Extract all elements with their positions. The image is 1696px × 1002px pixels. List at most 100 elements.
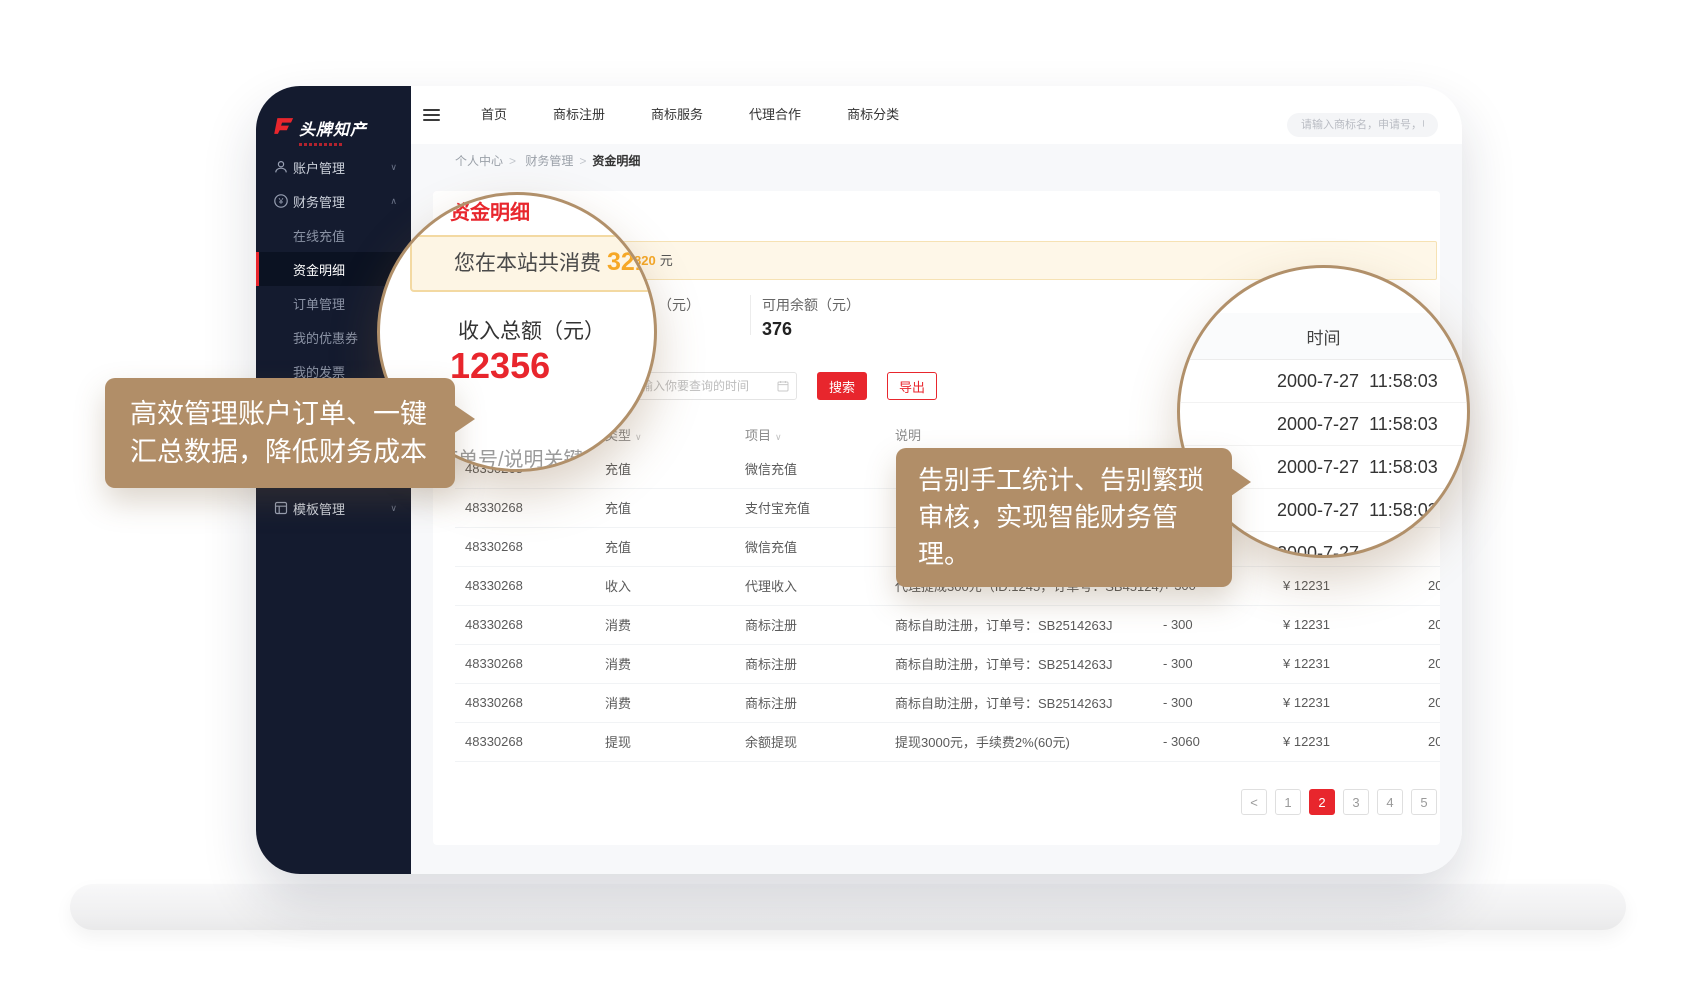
- cell-type: 消费: [595, 683, 735, 722]
- prev-page-button[interactable]: <: [1241, 789, 1267, 815]
- nav-tab[interactable]: 首页: [458, 86, 530, 144]
- cell-time: 2000-7-27 11:58:03: [1365, 566, 1440, 605]
- sidebar-item-label: 模板管理: [293, 499, 345, 518]
- cell-time: 2000-7-27 11:58:03: [1365, 683, 1440, 722]
- sidebar-item-template[interactable]: 模板管理 ∨: [256, 491, 411, 525]
- cell-description: 提现3000元，手续费2%(60元): [875, 722, 1155, 761]
- cell-project: 微信充值: [735, 527, 875, 566]
- callout-right: 告别手工统计、告别繁琐审核，实现智能财务管理。: [896, 448, 1232, 587]
- nav-tab[interactable]: 商标注册: [530, 86, 628, 144]
- sidebar-subitem-label: 我的优惠券: [293, 328, 358, 347]
- cell-amount: - 300: [1155, 683, 1245, 722]
- lens-banner: 您在本站共消费32124元: [410, 235, 657, 292]
- table-row: 48330268 提现 余额提现 提现3000元，手续费2%(60元) - 30…: [455, 722, 1440, 761]
- breadcrumb-separator: >: [509, 154, 516, 168]
- cell-balance: ¥ 12231: [1245, 683, 1365, 722]
- finance-icon: ¥: [273, 193, 289, 209]
- nav-tab[interactable]: 代理合作: [726, 86, 824, 144]
- nav-tabs: 首页 商标注册 商标服务 代理合作: [458, 86, 922, 144]
- nav-tab[interactable]: 商标分类: [824, 86, 922, 144]
- sidebar-subitem[interactable]: 在线充值: [256, 218, 411, 252]
- cell-order: 48330268: [455, 566, 595, 605]
- nav-tab-label: 首页: [481, 107, 507, 122]
- page-background: 头牌知产 账户管理 ∨ ¥ 财务管理: [0, 0, 1696, 1002]
- cell-project: 微信充值: [735, 449, 875, 488]
- cell-description: 商标自助注册，订单号：SB2514263J: [875, 683, 1155, 722]
- logo[interactable]: 头牌知产: [256, 86, 411, 146]
- cell-type: 充值: [595, 527, 735, 566]
- page-number-button[interactable]: 3: [1343, 789, 1369, 815]
- breadcrumb: 个人中心> 财务管理> 资金明细: [411, 144, 1462, 177]
- laptop-base: [70, 884, 1626, 930]
- date-query-input[interactable]: [628, 372, 797, 400]
- page-number-button[interactable]: 5: [1411, 789, 1437, 815]
- nav-tab[interactable]: 商标服务: [628, 86, 726, 144]
- cell-project: 余额提现: [735, 722, 875, 761]
- lens-time-row: 2000-7-27 11:58:03: [1180, 360, 1467, 403]
- sidebar-item-label: 财务管理: [293, 192, 345, 211]
- cell-description: 商标自助注册，订单号：SB2514263J: [875, 644, 1155, 683]
- chevron-down-icon: ∨: [390, 162, 397, 173]
- balance-value: 376: [762, 319, 792, 340]
- cell-order: 48330268: [455, 683, 595, 722]
- chevron-up-icon: ∧: [390, 196, 397, 207]
- callout-left: 高效管理账户订单、一键汇总数据，降低财务成本: [105, 378, 455, 488]
- sidebar-item-finance[interactable]: ¥ 财务管理 ∧: [256, 184, 411, 218]
- user-icon: [273, 159, 289, 175]
- cell-project: 商标注册: [735, 605, 875, 644]
- cell-type: 消费: [595, 644, 735, 683]
- table-row: 48330268 消费 商标注册 商标自助注册，订单号：SB2514263J -…: [455, 683, 1440, 722]
- sidebar-item-label: 账户管理: [293, 158, 345, 177]
- cell-order: 48330268: [455, 488, 595, 527]
- cell-amount: - 300: [1155, 644, 1245, 683]
- cell-type: 收入: [595, 566, 735, 605]
- cell-type: 充值: [595, 449, 735, 488]
- table-row: 48330268 消费 商标注册 商标自助注册，订单号：SB2514263J -…: [455, 644, 1440, 683]
- page-number-button[interactable]: 1: [1275, 789, 1301, 815]
- sidebar-item-account[interactable]: 账户管理 ∨: [256, 150, 411, 184]
- balance-label: 可用余额（元）: [762, 295, 860, 315]
- brand-flag-icon: [273, 117, 294, 135]
- cell-type: 充值: [595, 488, 735, 527]
- stats-divider: [750, 295, 751, 335]
- lens-tab-label: 资金明细: [450, 196, 530, 225]
- breadcrumb-link[interactable]: 财务管理: [525, 154, 573, 168]
- lens-income-label: 收入总额（元）: [458, 315, 605, 345]
- breadcrumb-link[interactable]: 个人中心: [455, 154, 503, 168]
- cell-order: 48330268: [455, 644, 595, 683]
- nav-tab-label: 代理合作: [749, 107, 801, 122]
- col-project[interactable]: 项目∨: [735, 419, 875, 449]
- cell-amount: - 3060: [1155, 722, 1245, 761]
- cell-project: 商标注册: [735, 683, 875, 722]
- nav-tab-label: 商标服务: [651, 107, 703, 122]
- pagination: < 1 2: [1241, 789, 1437, 815]
- cell-balance: ¥ 12231: [1245, 722, 1365, 761]
- cell-type: 消费: [595, 605, 735, 644]
- lens-time-row: 2000-7-27 11:58:03: [1180, 403, 1467, 446]
- svg-text:¥: ¥: [278, 196, 284, 206]
- lens-table-header: 订单号/说明关键字: [438, 443, 604, 472]
- cell-order: 48330268: [455, 722, 595, 761]
- chevron-down-icon: ∨: [390, 503, 397, 514]
- breadcrumb-separator: >: [579, 154, 586, 168]
- top-navbar: 首页 商标注册 商标服务 代理合作: [411, 86, 1462, 144]
- cell-time: 2000-7-27 11:58:03: [1365, 644, 1440, 683]
- lens-banner-amount: 32124: [607, 248, 657, 276]
- sidebar-subitem-label: 订单管理: [293, 294, 345, 313]
- cell-description: 商标自助注册，订单号：SB2514263J: [875, 605, 1155, 644]
- cell-balance: ¥ 12231: [1245, 566, 1365, 605]
- page-number-button[interactable]: 4: [1377, 789, 1403, 815]
- logo-title: 头牌知产: [299, 116, 367, 140]
- banner-unit: 元: [660, 253, 673, 268]
- cell-project: 支付宝充值: [735, 488, 875, 527]
- page-number-button[interactable]: 2: [1309, 789, 1335, 815]
- search-button[interactable]: 搜索: [817, 372, 867, 400]
- cell-project: 代理收入: [735, 566, 875, 605]
- sidebar-subitem-label: 在线充值: [293, 226, 345, 245]
- cell-order: 48330268: [455, 527, 595, 566]
- cell-type: 提现: [595, 722, 735, 761]
- export-button[interactable]: 导出: [887, 372, 937, 400]
- cell-time: 2000-7-27 11:58:03: [1365, 722, 1440, 761]
- hamburger-menu-icon[interactable]: [423, 106, 440, 124]
- search-input[interactable]: [1287, 113, 1438, 137]
